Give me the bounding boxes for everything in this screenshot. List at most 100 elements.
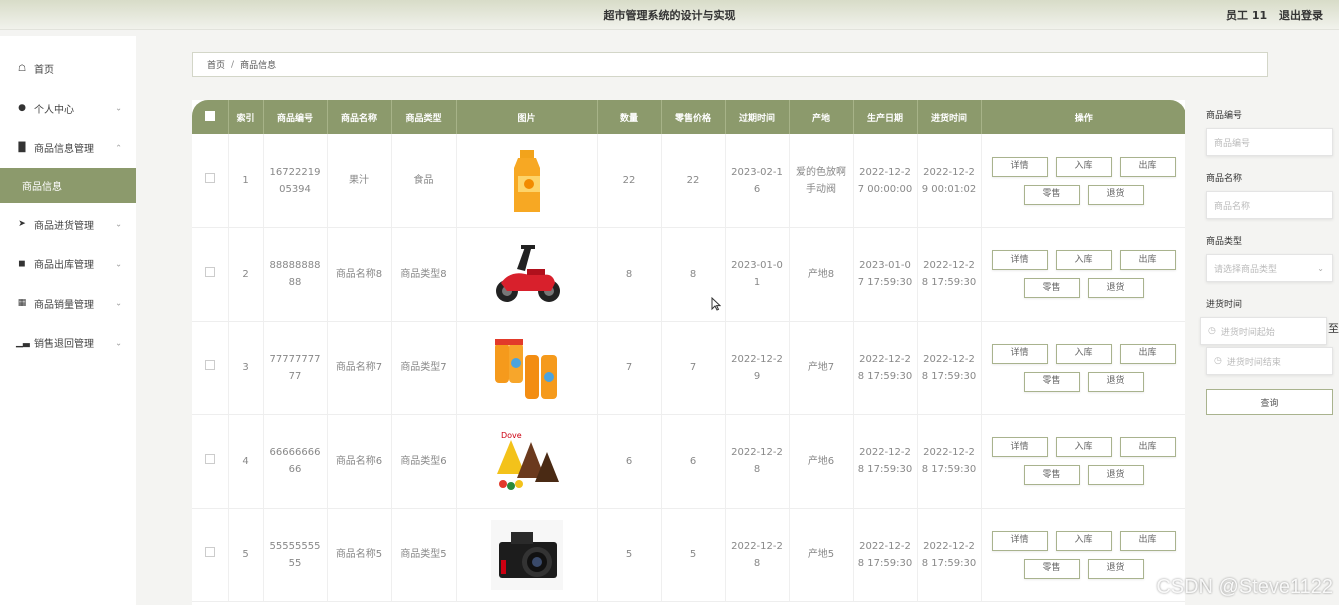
product-image — [491, 333, 563, 403]
cell-index: 4 — [228, 414, 264, 509]
stock-in-button[interactable]: 入库 — [1055, 250, 1112, 271]
return-button[interactable]: 退货 — [1087, 558, 1144, 579]
col-expire: 过期时间 — [725, 100, 790, 134]
cell-image — [456, 134, 598, 228]
select-all-checkbox[interactable] — [192, 100, 229, 134]
table-header-row: 索引 商品编号 商品名称 商品类型 图片 数量 零售价格 过期时间 产地 生产日… — [192, 100, 1185, 134]
sidebar-item-home[interactable]: ☖ 首页 — [0, 49, 136, 89]
detail-button[interactable]: 详情 — [991, 437, 1048, 458]
cell-origin: 产地6 — [789, 414, 854, 509]
mouse-cursor-icon — [711, 296, 722, 314]
col-type: 商品类型 — [391, 100, 457, 134]
cell-origin: 产地8 — [789, 227, 854, 322]
sidebar-item-label: 商品出库管理 — [34, 260, 94, 272]
stock-out-button[interactable]: 出库 — [1119, 156, 1176, 177]
row-checkbox[interactable] — [192, 134, 229, 228]
return-button[interactable]: 退货 — [1087, 278, 1144, 299]
retail-button[interactable]: 零售 — [1023, 278, 1080, 299]
sidebar-item-outbound[interactable]: ◼ 商品出库管理 ⌄ — [0, 244, 136, 284]
stock-in-button[interactable]: 入库 — [1055, 156, 1112, 177]
stock-out-button[interactable]: 出库 — [1119, 437, 1176, 458]
cell-qty: 6 — [597, 414, 662, 509]
time-end-input[interactable]: ◷ 进货时间结束 — [1206, 347, 1333, 375]
stock-in-button[interactable]: 入库 — [1055, 530, 1112, 551]
code-input[interactable]: 商品编号 — [1206, 128, 1333, 156]
table-row: 2 8888888888 商品名称8 商品类型8 8 8 2023-01-01 产地8 2023… — [192, 227, 1185, 322]
cell-actions: 详情 入库 出库零售 退货 — [981, 508, 1185, 602]
cell-name: 商品名称8 — [327, 227, 392, 322]
paper-plane-icon: ➤ — [18, 219, 26, 230]
sidebar-subitem-product-info[interactable]: 商品信息 — [0, 167, 136, 203]
stock-out-button[interactable]: 出库 — [1119, 343, 1176, 364]
stock-out-button[interactable]: 出库 — [1119, 530, 1176, 551]
cell-qty: 7 — [597, 321, 662, 415]
cell-code: 7777777777 — [263, 321, 328, 415]
time-start-placeholder: 进货时间起始 — [1220, 327, 1275, 338]
cell-image — [456, 321, 598, 415]
return-button[interactable]: 退货 — [1087, 371, 1144, 392]
return-button[interactable]: 退货 — [1087, 184, 1144, 205]
sidebar-item-label: 商品进货管理 — [34, 220, 94, 232]
cell-produce: 2023-01-07 17:59:30 — [853, 227, 918, 322]
range-separator: 至 — [1328, 322, 1339, 335]
row-checkbox[interactable] — [192, 414, 229, 509]
sidebar-item-product-info[interactable]: █ 商品信息管理 ⌃ — [0, 128, 136, 168]
chevron-down-icon: ⌄ — [1317, 263, 1324, 273]
name-input[interactable]: 商品名称 — [1206, 191, 1333, 219]
detail-button[interactable]: 详情 — [991, 530, 1048, 551]
row-checkbox[interactable] — [192, 508, 229, 602]
cell-type: 商品类型5 — [391, 508, 457, 602]
cell-stockin: 2022-12-29 00:01:02 — [917, 134, 982, 228]
chevron-up-icon: ⌃ — [115, 143, 122, 153]
col-price: 零售价格 — [661, 100, 726, 134]
cell-stockin: 2022-12-28 17:59:30 — [917, 508, 982, 602]
logout-link[interactable]: 退出登录 — [1279, 9, 1323, 22]
chevron-down-icon: ⌄ — [115, 298, 122, 308]
cell-type: 商品类型6 — [391, 414, 457, 509]
type-select[interactable]: 请选择商品类型 ⌄ — [1206, 254, 1333, 282]
sidebar-item-profile[interactable]: ● 个人中心 ⌄ — [0, 89, 136, 129]
sidebar-item-label: 个人中心 — [34, 104, 74, 116]
col-image: 图片 — [456, 100, 598, 134]
retail-button[interactable]: 零售 — [1023, 558, 1080, 579]
product-table: 索引 商品编号 商品名称 商品类型 图片 数量 零售价格 过期时间 产地 生产日… — [192, 100, 1185, 605]
type-select-placeholder: 请选择商品类型 — [1214, 264, 1278, 275]
retail-button[interactable]: 零售 — [1023, 371, 1080, 392]
sidebar: ☖ 首页 ● 个人中心 ⌄ █ 商品信息管理 ⌃ 商品信息 ➤ 商品进货管理 ⌄… — [0, 36, 136, 605]
detail-button[interactable]: 详情 — [991, 250, 1048, 271]
cell-index: 2 — [228, 227, 264, 322]
detail-button[interactable]: 详情 — [991, 156, 1048, 177]
row-checkbox[interactable] — [192, 321, 229, 415]
cell-expire: 2023-02-16 — [725, 134, 790, 228]
sidebar-item-purchase[interactable]: ➤ 商品进货管理 ⌄ — [0, 205, 136, 245]
col-actions: 操作 — [981, 100, 1185, 134]
stock-out-button[interactable]: 出库 — [1119, 250, 1176, 271]
breadcrumb-home[interactable]: 首页 — [207, 58, 225, 71]
retail-button[interactable]: 零售 — [1023, 184, 1080, 205]
stock-in-button[interactable]: 入库 — [1055, 343, 1112, 364]
home-icon: ☖ — [17, 63, 27, 74]
chevron-down-icon: ⌄ — [115, 219, 122, 229]
time-start-input[interactable]: ◷ 进货时间起始 — [1200, 317, 1327, 345]
query-button[interactable]: 查询 — [1206, 389, 1333, 415]
detail-button[interactable]: 详情 — [991, 343, 1048, 364]
sidebar-item-returns[interactable]: ▁▃ 销售退回管理 ⌄ — [0, 323, 136, 363]
cell-image: Dove — [456, 414, 598, 509]
col-origin: 产地 — [789, 100, 854, 134]
retail-button[interactable]: 零售 — [1023, 465, 1080, 486]
sidebar-item-label: 商品销量管理 — [34, 299, 94, 311]
breadcrumb-current: 商品信息 — [240, 61, 277, 71]
table-row: 1 1672221905394 果汁 食品 22 22 2023-02-16 爱的色放啊手动阀… — [192, 134, 1185, 228]
chart-bar-icon: █ — [18, 142, 26, 153]
chevron-down-icon: ⌄ — [115, 259, 122, 269]
return-button[interactable]: 退货 — [1087, 465, 1144, 486]
stock-in-button[interactable]: 入库 — [1055, 437, 1112, 458]
sidebar-item-sales[interactable]: ▦ 商品销量管理 ⌄ — [0, 284, 136, 324]
row-checkbox[interactable] — [192, 227, 229, 322]
cell-price: 6 — [661, 414, 726, 509]
cell-origin: 产地5 — [789, 508, 854, 602]
cell-type: 商品类型8 — [391, 227, 457, 322]
cell-index: 3 — [228, 321, 264, 415]
col-name: 商品名称 — [327, 100, 392, 134]
cell-code: 5555555555 — [263, 508, 328, 602]
